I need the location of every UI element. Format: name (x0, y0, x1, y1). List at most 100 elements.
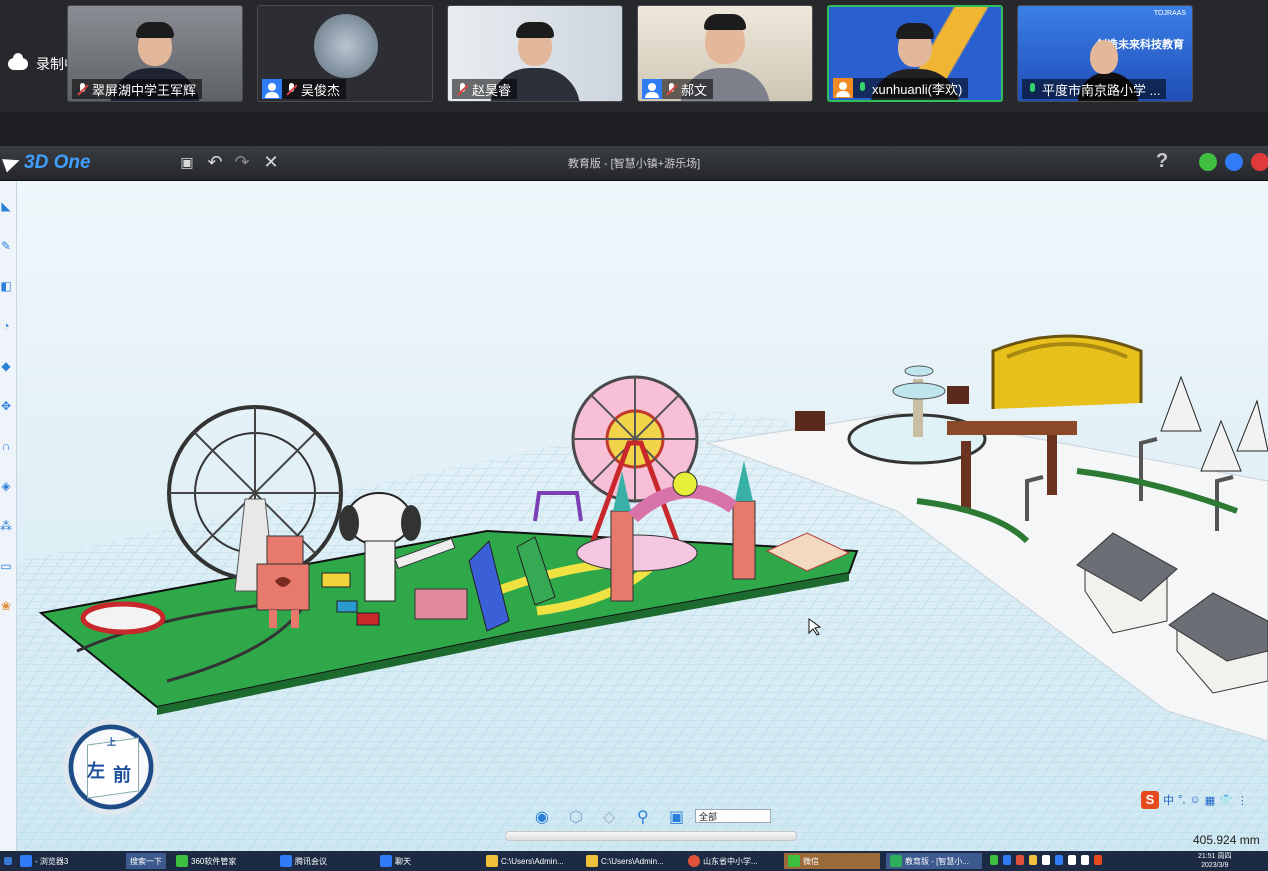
3done-icon (890, 855, 902, 867)
sogou-ime-icon[interactable]: S (1141, 791, 1159, 809)
participant-tile-1[interactable]: 翠屏湖中学王军辉 (67, 5, 243, 102)
minimize-button[interactable] (1199, 153, 1217, 171)
view-cube[interactable]: 左 前 上 (63, 719, 159, 815)
taskbar-item[interactable]: 360软件管家 (172, 853, 272, 869)
tray-icon[interactable] (1055, 855, 1063, 865)
avatar (314, 14, 378, 78)
component-icon[interactable]: ◈ (0, 479, 12, 493)
solid-icon[interactable]: ◆ (0, 359, 12, 373)
tray-icon[interactable] (1029, 855, 1037, 865)
mic-muted-icon (78, 82, 87, 96)
banner-brand: TOJRAAS (1153, 10, 1186, 17)
ime-item[interactable]: 中 (1163, 792, 1174, 808)
eye-icon[interactable]: ◉ (535, 807, 549, 827)
teepee-tent (1236, 399, 1268, 452)
taskbar-clock[interactable]: 21:51 周四 2023/3/9 (1198, 852, 1231, 870)
participant-tile-3[interactable]: 赵昊睿 (447, 5, 623, 102)
combine-icon[interactable]: ∩ (0, 439, 12, 453)
tray-icon[interactable] (990, 855, 998, 865)
ime-item[interactable]: ▦ (1205, 794, 1215, 807)
taskbar-item-label: 聊天 (395, 856, 411, 866)
measure-readout: 405.924 mm (1193, 833, 1260, 847)
shape-icon[interactable]: ◧ (0, 279, 12, 293)
chrome-icon (688, 855, 700, 867)
ime-toolbar[interactable]: S 中 °, ☺ ▦ 👕 ⋮ (1141, 791, 1248, 809)
sketch-icon[interactable]: ◣ (0, 199, 12, 213)
ime-item[interactable]: ☺ (1189, 794, 1200, 806)
system-tray[interactable] (990, 855, 1102, 865)
mic-muted-icon (287, 82, 296, 96)
participant-tile-6[interactable]: TOJRAAS 创造未来科技教育 平度市南京路小学 ... (1017, 5, 1193, 102)
ime-item[interactable]: ⋮ (1237, 794, 1248, 807)
video-person-head (1090, 40, 1118, 74)
taskbar-item[interactable]: C:\Users\Admin... (582, 853, 678, 869)
chat-icon (380, 855, 392, 867)
participant-name: 赵昊睿 (472, 82, 512, 98)
ime-tray-icon[interactable] (1094, 855, 1102, 865)
taskbar-item[interactable]: 聊天 (376, 853, 476, 869)
participant-name: xunhuanli(李欢) (872, 81, 963, 97)
brush-icon[interactable]: ✎ (0, 239, 12, 253)
wireframe-icon[interactable]: ◇ (603, 807, 615, 827)
video-person-hair (516, 22, 554, 38)
ime-item[interactable]: 👕 (1219, 794, 1233, 807)
3d-scene[interactable] (17, 181, 1268, 851)
taskbar-item[interactable]: C:\Users\Admin... (482, 853, 578, 869)
move-icon[interactable]: ✥ (0, 399, 12, 413)
cube-view-icon[interactable]: ⬡ (569, 807, 583, 827)
app-icon (176, 855, 188, 867)
tray-icon[interactable] (1042, 855, 1050, 865)
restore-button[interactable] (1225, 153, 1243, 171)
paint-icon[interactable]: ◔ (0, 319, 12, 333)
view-cube-front-face[interactable]: 前 (113, 761, 131, 787)
volume-icon[interactable] (1081, 855, 1089, 865)
clock-date: 2023/3/9 (1201, 862, 1229, 869)
taskbar-item-label: 山东省中小学... (703, 856, 758, 866)
teepee-tent (1200, 419, 1242, 472)
folder-icon (586, 855, 598, 867)
taskbar-item-label: C:\Users\Admin... (601, 856, 664, 866)
tray-icon[interactable] (1016, 855, 1024, 865)
taskbar-item-label: - 浏览器3 (35, 856, 69, 866)
teepee-tent (1160, 375, 1202, 432)
ime-item[interactable]: °, (1178, 794, 1185, 806)
color-icon[interactable]: ❀ (0, 599, 12, 613)
view-cube-left-face[interactable]: 左 (87, 757, 105, 783)
zoom-icon[interactable]: ⚲ (637, 807, 649, 827)
measure-icon[interactable]: ▭ (0, 559, 12, 573)
windows-taskbar: - 浏览器3 搜索一下 360软件管家 腾讯会议 聊天 C:\Users\Adm… (0, 851, 1268, 871)
taskbar-item[interactable]: - 浏览器3 (16, 853, 122, 869)
start-button[interactable] (0, 853, 14, 869)
toy-car (336, 600, 358, 613)
mic-muted-icon (458, 82, 467, 96)
mic-muted-icon (667, 82, 676, 96)
view-cube-top-face[interactable]: 上 (107, 735, 116, 748)
view-filter-select[interactable]: 全部 (695, 809, 771, 823)
participant-name: 吴俊杰 (301, 82, 341, 98)
participant-tile-5-speaking[interactable]: xunhuanli(李欢) (827, 5, 1003, 102)
golden-arch-structure (991, 334, 1143, 409)
3d-viewport[interactable]: 左 前 上 ◉ ⬡ ◇ ⚲ ▣ 全部 S 中 °, ☺ ▦ 👕 ⋮ 405.92… (17, 181, 1268, 851)
material-icon[interactable]: ⁂ (0, 519, 12, 533)
wechat-icon (788, 855, 800, 867)
tray-icon[interactable] (1003, 855, 1011, 865)
taskbar-item[interactable]: 搜索一下 (126, 853, 166, 869)
taskbar-item[interactable]: 腾讯会议 (276, 853, 372, 869)
fit-view-icon[interactable]: ▣ (669, 807, 684, 827)
participant-nameplate: 翠屏湖中学王军辉 (72, 79, 203, 99)
taskbar-item[interactable]: 微信 (784, 853, 880, 869)
close-window-button[interactable] (1251, 153, 1268, 171)
participant-tile-2[interactable]: 吴俊杰 (257, 5, 433, 102)
cloud-icon (8, 53, 28, 70)
help-button[interactable]: ? (1156, 150, 1168, 173)
taskbar-item[interactable]: 山东省中小学... (684, 853, 780, 869)
view-slider[interactable] (505, 831, 797, 841)
participant-name: 郝文 (681, 82, 708, 98)
taskbar-item-label: 微信 (803, 856, 819, 866)
taskbar-item[interactable]: 教育版 - [智慧小... (886, 853, 982, 869)
participant-name: 平度市南京路小学 ... (1042, 82, 1161, 98)
participant-tile-4[interactable]: 郝文 (637, 5, 813, 102)
meeting-spacer (0, 112, 1268, 146)
browser-icon (20, 855, 32, 867)
network-icon[interactable] (1068, 855, 1076, 865)
